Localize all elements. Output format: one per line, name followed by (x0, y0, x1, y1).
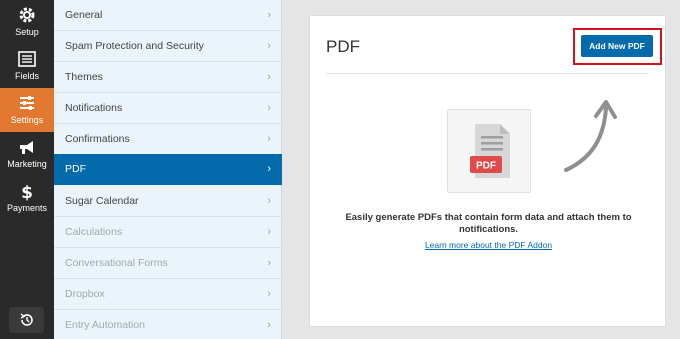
chevron-right-icon: › (267, 40, 271, 52)
rail-label: Settings (10, 115, 44, 125)
menu-item-label: Spam Protection and Security (65, 40, 204, 52)
rail-fields[interactable]: Fields (0, 44, 54, 88)
svg-text:$: $ (21, 183, 33, 201)
list-icon (18, 51, 36, 67)
menu-item-notifications[interactable]: Notifications › (54, 93, 282, 124)
page-title: PDF (326, 37, 360, 56)
highlight-box (573, 28, 662, 65)
menu-item-label: Notifications (65, 102, 123, 114)
megaphone-icon (20, 141, 33, 154)
menu-item-label: PDF (65, 163, 86, 175)
gear-icon (19, 7, 35, 23)
menu-item-label: Calculations (65, 226, 123, 238)
chevron-right-icon: › (267, 319, 271, 331)
chevron-right-icon: › (267, 195, 271, 207)
rail-marketing[interactable]: Marketing (0, 132, 54, 176)
pdf-file-icon: PDF (470, 124, 510, 178)
pdf-badge-text: PDF (476, 161, 496, 172)
menu-item-pdf[interactable]: PDF › (54, 154, 282, 185)
divider (326, 73, 649, 74)
empty-state-description: Easily generate PDFs that contain form d… (345, 212, 632, 235)
pdf-panel: PDF Add New PDF PDF Easily generate PDFs… (309, 15, 666, 327)
revisions-button[interactable] (9, 307, 44, 333)
menu-item-calculations[interactable]: Calculations › (54, 217, 282, 248)
menu-item-sugar-calendar[interactable]: Sugar Calendar › (54, 186, 282, 217)
menu-item-label: Confirmations (65, 133, 130, 145)
chevron-right-icon: › (267, 163, 271, 175)
menu-item-label: Themes (65, 71, 103, 83)
menu-item-label: Conversational Forms (65, 257, 168, 269)
menu-item-label: Dropbox (65, 288, 105, 300)
builder-sidebar: Setup Fields Settings Marketing $ Paymen… (0, 0, 54, 339)
chevron-right-icon: › (267, 226, 271, 238)
menu-item-general[interactable]: General › (54, 0, 282, 31)
chevron-right-icon: › (267, 133, 271, 145)
rail-settings[interactable]: Settings (0, 88, 54, 132)
sliders-icon (20, 96, 34, 110)
chevron-right-icon: › (267, 102, 271, 114)
settings-menu: General › Spam Protection and Security ›… (54, 0, 282, 339)
chevron-right-icon: › (267, 257, 271, 269)
menu-item-entry-automation[interactable]: Entry Automation › (54, 310, 282, 339)
menu-item-themes[interactable]: Themes › (54, 62, 282, 93)
rail-label: Payments (6, 203, 48, 213)
history-icon (20, 313, 33, 326)
rail-label: Marketing (7, 159, 47, 169)
rail-label: Fields (14, 71, 39, 81)
menu-item-spam-protection[interactable]: Spam Protection and Security › (54, 31, 282, 62)
pdf-illustration: PDF (447, 109, 531, 193)
menu-item-conversational-forms[interactable]: Conversational Forms › (54, 248, 282, 279)
curved-arrow-icon (564, 100, 617, 172)
rail-setup[interactable]: Setup (0, 0, 54, 44)
menu-item-dropbox[interactable]: Dropbox › (54, 279, 282, 310)
menu-item-label: Sugar Calendar (65, 195, 139, 207)
menu-item-label: Entry Automation (65, 319, 145, 331)
chevron-right-icon: › (267, 288, 271, 300)
learn-more-link[interactable]: Learn more about the PDF Addon (330, 240, 647, 250)
menu-item-confirmations[interactable]: Confirmations › (54, 124, 282, 155)
rail-payments[interactable]: $ Payments (0, 176, 54, 220)
rail-label: Setup (15, 27, 39, 37)
menu-item-label: General (65, 9, 103, 21)
chevron-right-icon: › (267, 9, 271, 21)
dollar-icon: $ (21, 183, 33, 201)
content-area: PDF Add New PDF PDF Easily generate PDFs… (282, 0, 680, 339)
chevron-right-icon: › (267, 71, 271, 83)
